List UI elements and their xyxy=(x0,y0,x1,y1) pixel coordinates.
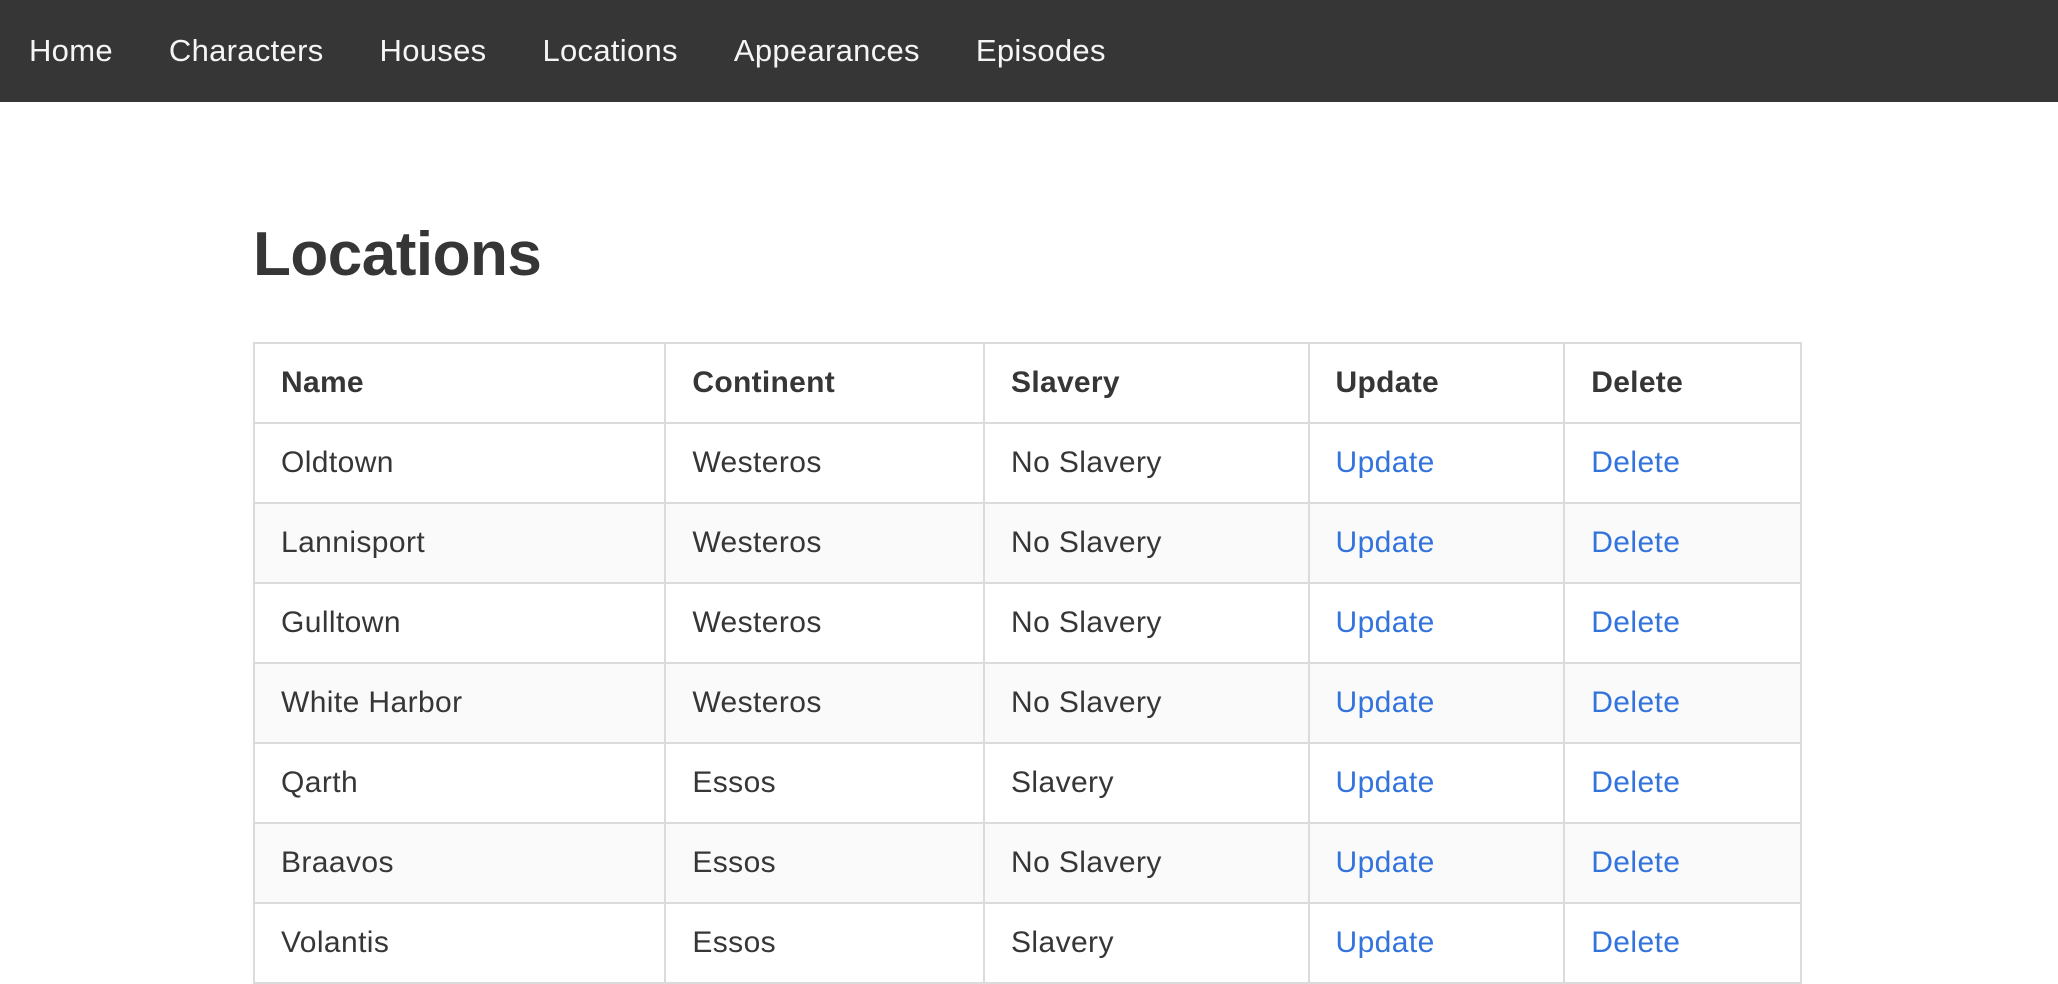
cell-slavery: No Slavery xyxy=(983,662,1310,744)
header-slavery: Slavery xyxy=(983,342,1310,424)
cell-continent: Westeros xyxy=(664,502,986,584)
cell-name: Volantis xyxy=(252,902,667,984)
update-link[interactable]: Update xyxy=(1336,446,1435,479)
delete-link[interactable]: Delete xyxy=(1591,846,1680,879)
update-link[interactable]: Update xyxy=(1336,846,1435,879)
delete-link[interactable]: Delete xyxy=(1591,686,1680,719)
nav-houses[interactable]: Houses xyxy=(352,0,515,102)
page-title: Locations xyxy=(253,220,542,289)
cell-slavery: No Slavery xyxy=(983,502,1310,584)
cell-name: Braavos xyxy=(252,822,667,904)
cell-update: Update xyxy=(1307,822,1566,904)
cell-update: Update xyxy=(1307,902,1566,984)
table-row: Volantis Essos Slavery Update Delete xyxy=(252,902,1802,984)
nav-appearances[interactable]: Appearances xyxy=(706,0,948,102)
cell-slavery: Slavery xyxy=(983,902,1310,984)
cell-delete: Delete xyxy=(1563,582,1802,664)
update-link[interactable]: Update xyxy=(1336,606,1435,639)
cell-continent: Essos xyxy=(664,742,986,824)
update-link[interactable]: Update xyxy=(1336,686,1435,719)
cell-slavery: No Slavery xyxy=(983,822,1310,904)
delete-link[interactable]: Delete xyxy=(1591,606,1680,639)
cell-slavery: No Slavery xyxy=(983,422,1310,504)
cell-update: Update xyxy=(1307,502,1566,584)
nav-locations[interactable]: Locations xyxy=(514,0,705,102)
table-row: Lannisport Westeros No Slavery Update De… xyxy=(252,502,1802,584)
table-row: Oldtown Westeros No Slavery Update Delet… xyxy=(252,422,1802,504)
update-link[interactable]: Update xyxy=(1336,766,1435,799)
cell-name: White Harbor xyxy=(252,662,667,744)
header-name: Name xyxy=(252,342,667,424)
cell-update: Update xyxy=(1307,422,1566,504)
update-link[interactable]: Update xyxy=(1336,926,1435,959)
update-link[interactable]: Update xyxy=(1336,526,1435,559)
cell-name: Lannisport xyxy=(252,502,667,584)
cell-update: Update xyxy=(1307,742,1566,824)
cell-continent: Westeros xyxy=(664,662,986,744)
nav-characters[interactable]: Characters xyxy=(141,0,352,102)
table-row: Gulltown Westeros No Slavery Update Dele… xyxy=(252,582,1802,664)
cell-update: Update xyxy=(1307,582,1566,664)
cell-continent: Essos xyxy=(664,822,986,904)
table-row: Qarth Essos Slavery Update Delete xyxy=(252,742,1802,824)
cell-delete: Delete xyxy=(1563,662,1802,744)
table-row: Braavos Essos No Slavery Update Delete xyxy=(252,822,1802,904)
main-content: Locations Name Continent Slavery Update … xyxy=(252,102,1802,984)
cell-delete: Delete xyxy=(1563,822,1802,904)
header-update: Update xyxy=(1307,342,1566,424)
header-continent: Continent xyxy=(664,342,986,424)
cell-continent: Westeros xyxy=(664,422,986,504)
locations-table: Name Continent Slavery Update Delete Old… xyxy=(252,342,1802,984)
cell-continent: Essos xyxy=(664,902,986,984)
cell-name: Gulltown xyxy=(252,582,667,664)
cell-continent: Westeros xyxy=(664,582,986,664)
header-delete: Delete xyxy=(1563,342,1802,424)
cell-slavery: Slavery xyxy=(983,742,1310,824)
top-navbar: Home Characters Houses Locations Appeara… xyxy=(0,0,2058,102)
table-header-row: Name Continent Slavery Update Delete xyxy=(252,342,1802,424)
cell-slavery: No Slavery xyxy=(983,582,1310,664)
cell-name: Qarth xyxy=(252,742,667,824)
table-row: White Harbor Westeros No Slavery Update … xyxy=(252,662,1802,744)
cell-delete: Delete xyxy=(1563,422,1802,504)
delete-link[interactable]: Delete xyxy=(1591,446,1680,479)
cell-name: Oldtown xyxy=(252,422,667,504)
delete-link[interactable]: Delete xyxy=(1591,766,1680,799)
cell-delete: Delete xyxy=(1563,742,1802,824)
delete-link[interactable]: Delete xyxy=(1591,526,1680,559)
delete-link[interactable]: Delete xyxy=(1591,926,1680,959)
cell-update: Update xyxy=(1307,662,1566,744)
nav-home[interactable]: Home xyxy=(0,0,141,102)
cell-delete: Delete xyxy=(1563,902,1802,984)
nav-episodes[interactable]: Episodes xyxy=(948,0,1134,102)
cell-delete: Delete xyxy=(1563,502,1802,584)
